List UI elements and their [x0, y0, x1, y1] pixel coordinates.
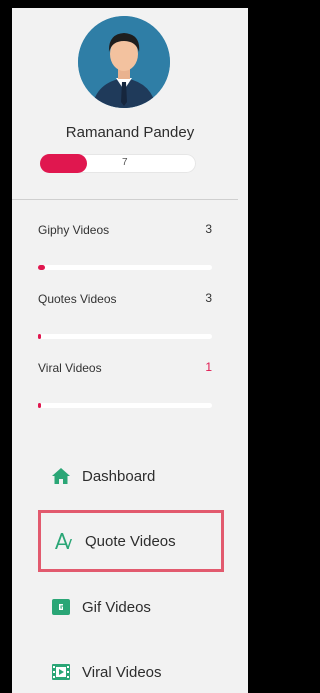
- user-progress-fill: [40, 154, 87, 173]
- stat-bar: [38, 334, 212, 339]
- nav-item-quote-videos[interactable]: Quote Videos: [38, 510, 224, 572]
- sidebar: Ramanand Pandey 7 Giphy Videos 3 Quotes …: [12, 8, 248, 693]
- nav-item-dashboard[interactable]: Dashboard: [38, 451, 224, 501]
- stat-count: 1: [205, 360, 212, 374]
- nav-item-gif-videos[interactable]: Gif Videos: [38, 582, 224, 632]
- gif-image-icon: [52, 598, 70, 616]
- stat-label: Viral Videos: [38, 361, 102, 375]
- nav-item-label: Dashboard: [82, 467, 156, 485]
- user-progress-value: 7: [122, 157, 128, 168]
- stat-bar-fill: [38, 334, 41, 339]
- stat-bar-fill: [38, 403, 41, 408]
- quote-font-icon: [55, 532, 73, 550]
- nav-item-label: Viral Videos: [82, 663, 162, 681]
- film-icon: [52, 663, 70, 681]
- stat-label: Giphy Videos: [38, 223, 110, 237]
- user-name: Ramanand Pandey: [65, 124, 195, 141]
- home-icon: [52, 467, 70, 485]
- stat-count: 3: [205, 222, 212, 236]
- nav-item-viral-videos[interactable]: Viral Videos: [38, 647, 224, 693]
- stat-label: Quotes Videos: [38, 292, 117, 306]
- stat-bar-fill: [38, 265, 45, 270]
- divider: [12, 199, 238, 200]
- stat-bar: [38, 265, 212, 270]
- nav-item-label: Quote Videos: [85, 532, 176, 550]
- user-avatar-icon: [78, 16, 170, 108]
- avatar: [78, 16, 170, 108]
- nav-item-label: Gif Videos: [82, 598, 151, 616]
- stat-bar: [38, 403, 212, 408]
- stat-count: 3: [205, 291, 212, 305]
- user-progress-bar: 7: [40, 154, 196, 173]
